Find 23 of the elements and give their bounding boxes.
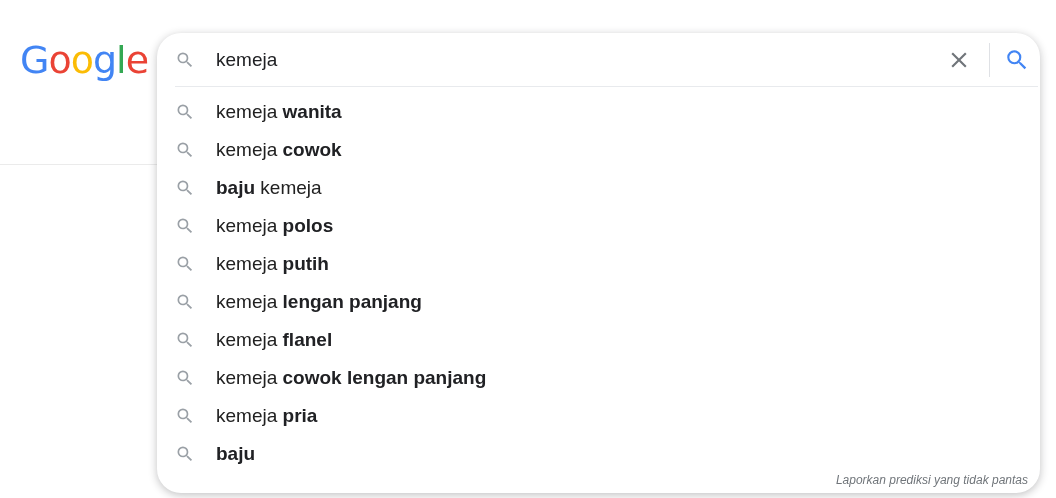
suggestion-item[interactable]: baju kemeja xyxy=(216,177,322,199)
suggestion-item[interactable]: kemeja wanita xyxy=(216,101,342,123)
suggestion-item[interactable]: kemeja cowok xyxy=(216,139,342,161)
search-icon xyxy=(175,254,195,274)
search-icon xyxy=(175,330,195,350)
search-icon xyxy=(175,140,195,160)
search-icon xyxy=(175,406,195,426)
suggestion-item[interactable]: kemeja polos xyxy=(216,215,334,237)
suggestion-item[interactable]: kemeja flanel xyxy=(216,329,333,351)
suggestion-item[interactable]: kemeja pria xyxy=(216,405,318,427)
suggestion-item[interactable]: kemeja putih xyxy=(216,253,329,275)
search-field[interactable]: kemeja xyxy=(216,48,946,71)
search-icon xyxy=(175,444,195,464)
suggestion-item[interactable]: kemeja lengan panjang xyxy=(216,291,422,313)
suggestion-item[interactable]: baju xyxy=(216,443,256,465)
search-icon xyxy=(175,292,195,312)
suggestion-item[interactable]: kemeja cowok lengan panjang xyxy=(216,367,487,389)
logo[interactable]: Google xyxy=(20,38,149,82)
search-icon xyxy=(175,178,195,198)
search-icon xyxy=(175,102,195,122)
search-icon xyxy=(175,216,195,236)
report-link[interactable]: Laporkan prediksi yang tidak pantas xyxy=(835,473,1028,487)
search-icon xyxy=(175,368,195,388)
